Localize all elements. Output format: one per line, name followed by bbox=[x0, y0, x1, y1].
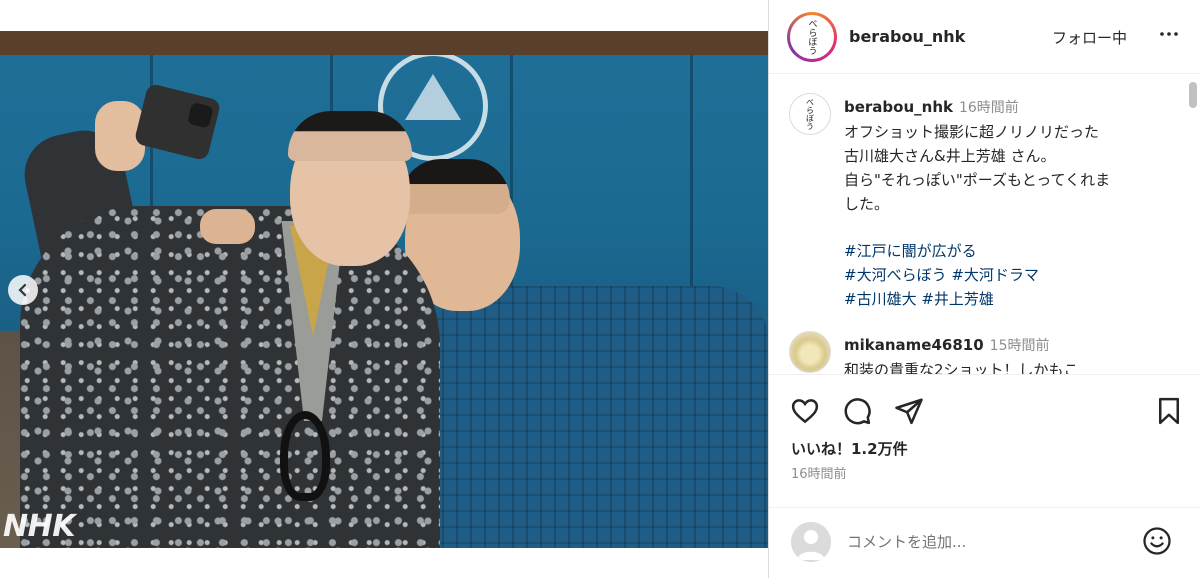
hashtag-line[interactable]: #古川雄大 #井上芳雄 bbox=[844, 287, 1184, 311]
profile-avatar[interactable]: べらぼう bbox=[787, 12, 837, 62]
post-media: NHK bbox=[0, 0, 768, 578]
post-side-panel: べらぼう berabou_nhk フォロー中 べらぼう berabou_nhk 1… bbox=[768, 0, 1200, 578]
smiley-icon bbox=[1143, 527, 1171, 555]
comment-time: 15時間前 bbox=[989, 338, 1050, 354]
post-timestamp[interactable]: 16時間前 bbox=[791, 463, 847, 482]
post-header: べらぼう berabou_nhk フォロー中 bbox=[769, 0, 1200, 74]
add-comment-bar bbox=[769, 507, 1200, 578]
send-icon bbox=[895, 398, 923, 425]
haori-cord-knot bbox=[280, 411, 330, 501]
post-actions: いいね！1.2万件 16時間前 bbox=[769, 378, 1200, 508]
more-options-button[interactable] bbox=[1157, 22, 1181, 51]
hashtag-line[interactable]: #大河べらぼう #大河ドラマ bbox=[844, 263, 1184, 287]
caption-body: berabou_nhk 16時間前 オフショット撮影に超ノリノリだった 古川雄大さ… bbox=[844, 95, 1184, 311]
default-user-icon bbox=[791, 522, 831, 562]
nhk-watermark: NHK bbox=[3, 509, 75, 544]
heart-icon bbox=[791, 399, 819, 424]
following-button[interactable]: フォロー中 bbox=[1052, 27, 1127, 48]
comments-scrollbar[interactable] bbox=[1189, 82, 1197, 108]
caption-avatar-text: べらぼう bbox=[805, 98, 815, 130]
comment-text: 和装の貴重な2ショット！しかもこ bbox=[844, 361, 1079, 375]
bookmark-icon bbox=[1159, 397, 1179, 425]
like-count[interactable]: いいね！1.2万件 bbox=[791, 438, 908, 459]
comments-list[interactable]: べらぼう berabou_nhk 16時間前 オフショット撮影に超ノリノリだった … bbox=[769, 75, 1200, 375]
caption-line: した。 bbox=[844, 195, 890, 213]
comment-body: mikaname46810 15時間前 和装の貴重な2ショット！しかもこ bbox=[844, 333, 1184, 375]
avatar-logo: べらぼう bbox=[790, 15, 834, 59]
wooden-beam bbox=[0, 31, 768, 55]
commenter-avatar[interactable] bbox=[789, 331, 831, 373]
post-photo[interactable]: NHK bbox=[0, 31, 768, 548]
header-username[interactable]: berabou_nhk bbox=[849, 27, 965, 46]
caption-avatar[interactable]: べらぼう bbox=[789, 93, 831, 135]
more-horizontal-icon bbox=[1160, 32, 1178, 36]
commenter-username[interactable]: mikaname46810 bbox=[844, 336, 984, 354]
person-right-blue-kimono bbox=[400, 286, 768, 548]
person-right-hair bbox=[400, 159, 510, 214]
avatar-logo-text: べらぼう bbox=[806, 19, 817, 55]
caption-line: 自ら"それっぽい"ポーズもとってくれま bbox=[844, 171, 1111, 189]
hashtag-line[interactable]: #江戸に闇が広がる bbox=[844, 239, 1184, 263]
current-user-avatar[interactable] bbox=[791, 522, 831, 562]
save-button[interactable] bbox=[1153, 396, 1185, 428]
share-button[interactable] bbox=[893, 396, 925, 428]
comment-icon bbox=[844, 398, 871, 425]
comment-button[interactable] bbox=[841, 396, 873, 428]
carousel-prev-button[interactable] bbox=[8, 275, 38, 305]
person-left-hair bbox=[288, 111, 412, 161]
caption-line: オフショット撮影に超ノリノリだった bbox=[844, 123, 1100, 141]
chevron-left-icon bbox=[18, 283, 27, 297]
hand-on-shoulder bbox=[200, 209, 255, 244]
emoji-button[interactable] bbox=[1141, 526, 1173, 558]
caption-line: 古川雄大さん&井上芳雄 さん。 bbox=[844, 147, 1056, 165]
like-button[interactable] bbox=[789, 396, 821, 428]
comment-input[interactable] bbox=[847, 528, 1137, 556]
caption-username[interactable]: berabou_nhk bbox=[844, 98, 953, 116]
caption-time: 16時間前 bbox=[958, 100, 1019, 116]
